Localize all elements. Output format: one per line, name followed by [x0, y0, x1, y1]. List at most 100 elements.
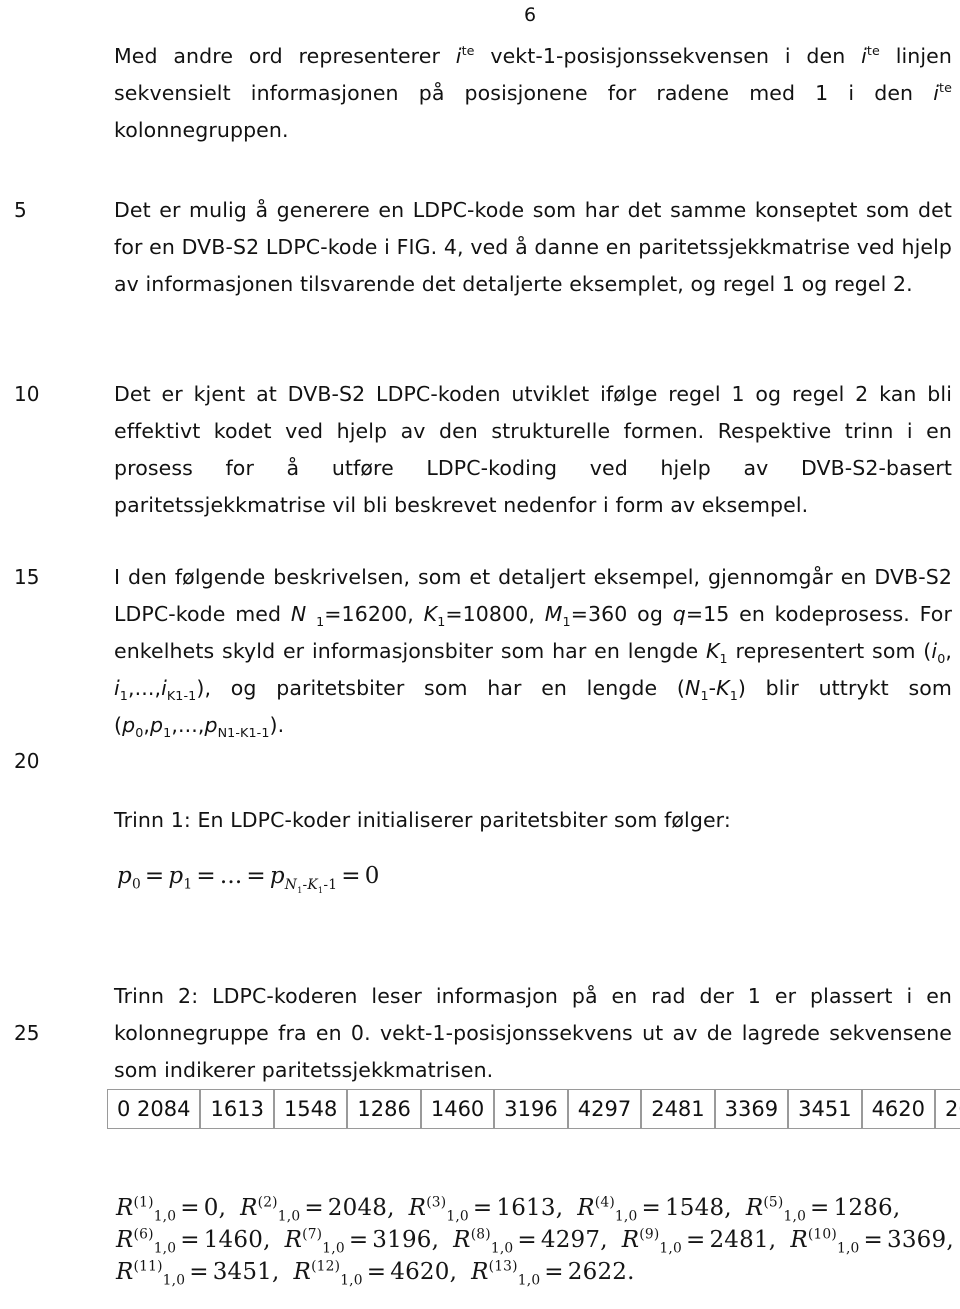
formula-R-value: 2622: [567, 1259, 628, 1285]
formula-R-value: 4620: [390, 1259, 450, 1285]
formula-R-subscript: 1,0: [446, 1208, 469, 1225]
patent-page: 6 Med andre ord representerer ite vekt-1…: [0, 0, 960, 1309]
formula-eq-1: =: [144, 863, 165, 889]
variable-N-2: N: [685, 676, 701, 700]
table-cell: 1613: [200, 1089, 274, 1129]
formula-p-sub-N: N1-K1-1: [284, 876, 338, 894]
formula-R-superscript: (1): [133, 1194, 154, 1211]
formula-parity-init: p0 = p1 =... = pN1-K1-1 = 0: [117, 860, 380, 894]
line-number-20: 20: [14, 749, 40, 773]
table-cell: 4297: [567, 1089, 642, 1129]
formula-R-symbol: R: [621, 1227, 640, 1253]
variable-K-1: K: [423, 602, 438, 626]
superscript-te-1: te: [461, 43, 475, 59]
formula-R-value: 3196: [372, 1227, 432, 1253]
formula-R-equals: =: [517, 1227, 537, 1253]
table-cell: 3369: [714, 1089, 789, 1129]
formula-R-equals: =: [685, 1227, 706, 1253]
formula-R-line: R(11)1,0 = 3451, R(12)1,0 = 4620, R(13)1,0 = 262…: [116, 1256, 954, 1288]
superscript-te-3: te: [939, 80, 952, 96]
variable-p-0: p: [122, 713, 136, 737]
table-cell: 1460: [420, 1089, 495, 1129]
line-number-5: 5: [14, 198, 27, 222]
formula-R-superscript: (13): [488, 1258, 518, 1275]
formula-R-equals: =: [180, 1195, 200, 1221]
formula-R-separator: ,: [600, 1227, 608, 1253]
paragraph-3: Det er kjent at DVB-S2 LDPC-koden utvikl…: [114, 382, 952, 517]
formula-sub-minus-2: -1: [323, 876, 338, 893]
subscript-i-1b: 1: [119, 688, 128, 704]
variable-K-2: K: [706, 639, 720, 663]
subscript-p-N: N1-K1-1: [217, 725, 270, 741]
superscript-te-2: te: [866, 43, 880, 59]
formula-R-equals: =: [304, 1195, 324, 1221]
formula-R-superscript: (2): [257, 1194, 278, 1211]
table-cell: 1548: [273, 1089, 348, 1129]
formula-R-subscript: 1,0: [153, 1240, 177, 1257]
paragraph-1-seg4: kolonnegruppen.: [114, 118, 289, 142]
formula-R-subscript: 1,0: [162, 1272, 186, 1289]
formula-R-separator: ,: [387, 1195, 395, 1221]
formula-R-subscript: 1,0: [517, 1272, 541, 1289]
line-number-10: 10: [14, 382, 40, 406]
formula-R-separator: ,: [892, 1195, 901, 1221]
formula-R-separator: ,: [724, 1195, 732, 1221]
formula-R-symbol: R: [116, 1195, 134, 1221]
formula-R-equals: =: [863, 1227, 883, 1253]
formula-R-superscript: (6): [133, 1226, 154, 1243]
table-cell: 2622: [935, 1089, 960, 1129]
formula-R-subscript: 1,0: [783, 1208, 807, 1225]
formula-R-superscript: (11): [133, 1258, 163, 1275]
formula-R-subscript: 1,0: [490, 1240, 514, 1257]
formula-R-symbol: R: [745, 1195, 764, 1221]
variable-K-3: K: [716, 676, 730, 700]
formula-p-symbol-N: p: [269, 863, 285, 889]
formula-R-equals: =: [472, 1195, 493, 1221]
formula-R-superscript: (10): [807, 1226, 837, 1243]
formula-R-superscript: (12): [311, 1258, 341, 1275]
p4-s9: ), og paritetsbiter som har en lengde (: [196, 676, 686, 700]
formula-R-equals: =: [189, 1259, 209, 1285]
formula-R-value: 1286: [833, 1195, 893, 1221]
paragraph-1-seg1: Med andre ord representerer: [114, 44, 456, 68]
table-row: 0 2084 1613 1548 1286 1460 3196 4297 2481 3369 34…: [107, 1089, 960, 1129]
paragraph-1: Med andre ord representerer ite vekt-1-p…: [114, 38, 952, 149]
formula-R-superscript: (8): [470, 1226, 491, 1243]
formula-R-value: 4297: [540, 1227, 601, 1253]
formula-R-value: 3451: [212, 1259, 273, 1285]
formula-R-superscript: (4): [594, 1194, 615, 1211]
formula-p-sub-0: 0: [131, 876, 141, 893]
subscript-K-2: 1: [719, 651, 728, 667]
formula-R-subscript: 1,0: [659, 1240, 682, 1257]
variable-N-1: N: [290, 602, 307, 626]
formula-p-symbol-0: p: [117, 863, 132, 889]
p4-s8: ,...,: [127, 676, 162, 700]
formula-R-value: 0: [203, 1195, 219, 1221]
formula-R-line: R(1)1,0 = 0, R(2)1,0 = 2048, R(3)1,0 = 1613, R(4)…: [116, 1192, 954, 1224]
line-number-25: 25: [14, 1021, 40, 1045]
formula-R-equals: =: [366, 1259, 387, 1285]
formula-p-sub-1: 1: [183, 876, 193, 893]
formula-R-separator: .: [627, 1259, 635, 1285]
p4-s2: =16200,: [324, 602, 424, 626]
formula-value-zero: 0: [364, 863, 380, 889]
line-number-15: 15: [14, 565, 40, 589]
formula-parity-init-line: p0 = p1 =... = pN1-K1-1 = 0: [117, 860, 380, 894]
formula-R-separator: ,: [946, 1227, 954, 1253]
formula-R-separator: ,: [449, 1259, 458, 1285]
variable-p-1: p: [150, 713, 164, 737]
formula-sub-K-letter: K: [307, 876, 318, 893]
subscript-K-3: 1: [729, 688, 738, 704]
formula-R-symbol: R: [293, 1259, 312, 1285]
p4-s7: ,: [945, 639, 953, 663]
formula-eq-2: =: [196, 863, 216, 889]
variable-M-1: M: [544, 602, 563, 626]
formula-R-equals: =: [810, 1195, 830, 1221]
paragraph-2: Det er mulig å generere en LDPC-kode som…: [114, 198, 952, 296]
subscript-N-2: 1: [700, 688, 709, 704]
table-cell: 4620: [861, 1089, 936, 1129]
subscript-M-1: 1: [562, 614, 571, 630]
formula-eq-4: =: [341, 863, 361, 889]
formula-sub-N-letter: N: [284, 876, 298, 893]
formula-R-superscript: (9): [639, 1226, 660, 1243]
